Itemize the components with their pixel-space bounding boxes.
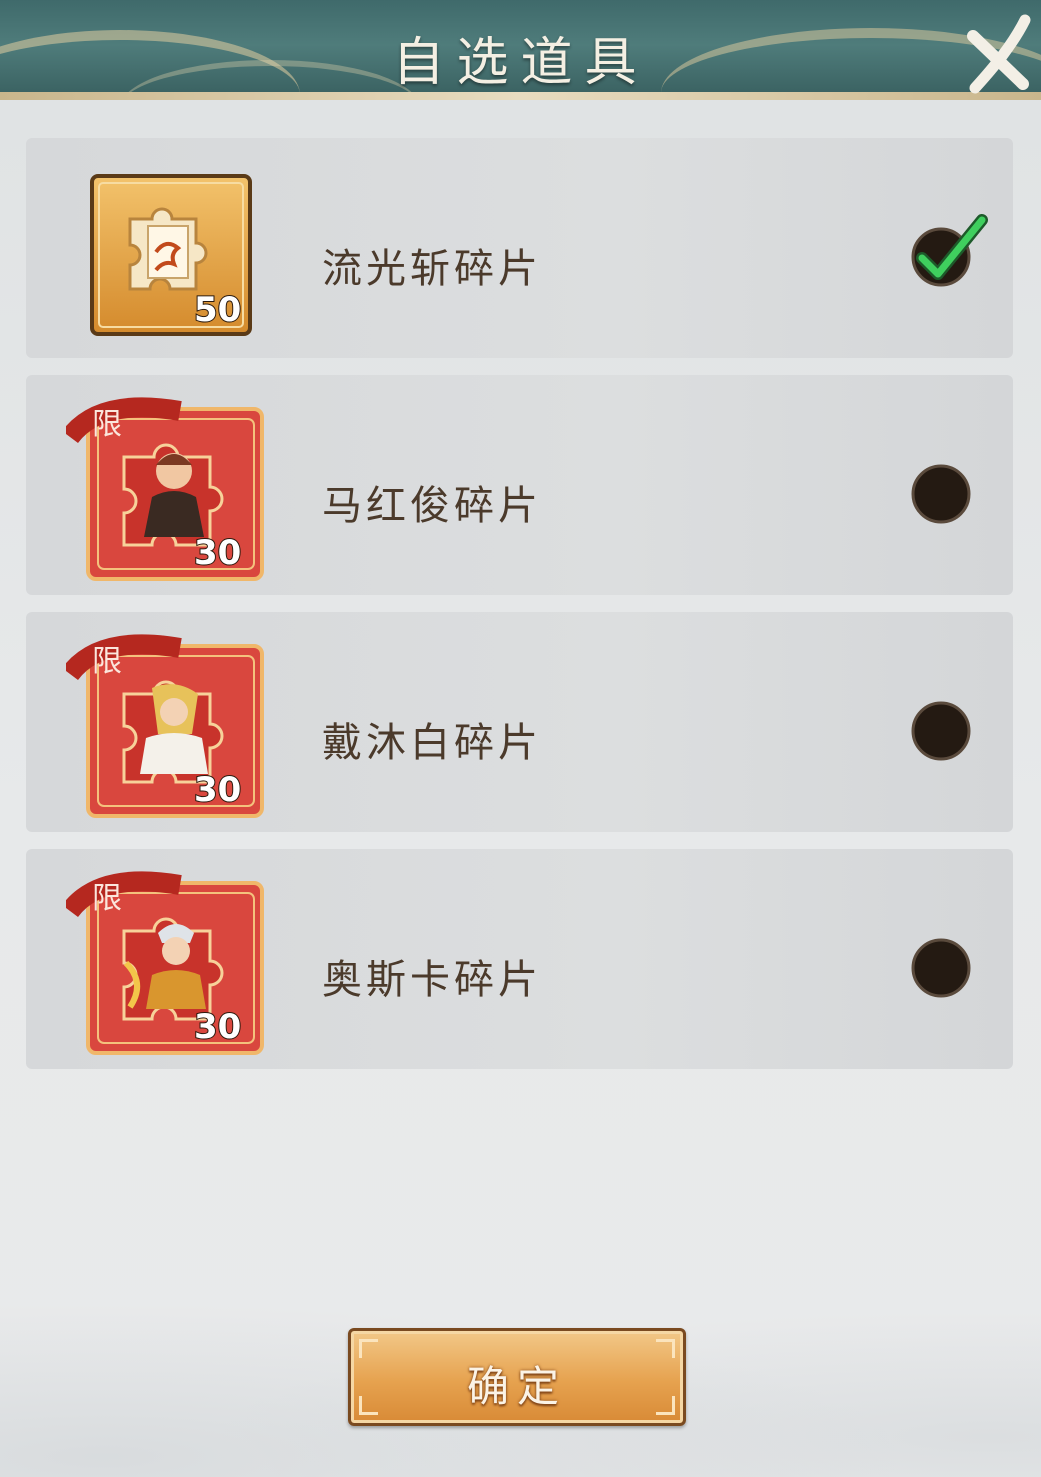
select-radio[interactable] bbox=[910, 937, 972, 999]
list-item[interactable]: 限 30 戴沐白碎片 bbox=[26, 612, 1013, 832]
limited-badge: 限 bbox=[92, 644, 122, 679]
list-item[interactable]: 限 30 马红俊碎片 bbox=[26, 375, 1013, 595]
item-count: 50 bbox=[193, 289, 242, 331]
item-list: 50 流光斩碎片 限 30 马红俊碎片 限 30 戴沐白碎片 限 30 奥斯卡碎… bbox=[26, 138, 1013, 1086]
list-item[interactable]: 限 30 奥斯卡碎片 bbox=[26, 849, 1013, 1069]
close-x-icon bbox=[967, 14, 1031, 94]
item-name: 马红俊碎片 bbox=[322, 483, 542, 529]
item-name: 流光斩碎片 bbox=[322, 246, 542, 292]
dialog-title: 自选道具 bbox=[392, 33, 649, 93]
character-fragment-icon: 限 30 bbox=[62, 871, 266, 1057]
item-name: 奥斯卡碎片 bbox=[322, 957, 542, 1003]
select-radio[interactable] bbox=[910, 214, 988, 288]
select-radio[interactable] bbox=[910, 700, 972, 762]
item-name: 戴沐白碎片 bbox=[322, 720, 542, 766]
item-count: 30 bbox=[193, 1006, 242, 1048]
list-item[interactable]: 50 流光斩碎片 bbox=[26, 138, 1013, 358]
dialog-header: 自选道具 bbox=[0, 0, 1041, 100]
close-button[interactable] bbox=[965, 14, 1035, 98]
limited-badge: 限 bbox=[92, 407, 122, 442]
character-fragment-icon: 限 30 bbox=[62, 634, 266, 820]
item-count: 30 bbox=[193, 532, 242, 574]
skill-scroll-fragment-icon: 50 bbox=[90, 174, 252, 336]
item-count: 30 bbox=[193, 769, 242, 811]
limited-badge: 限 bbox=[92, 881, 122, 916]
confirm-label: 确定 bbox=[466, 1362, 567, 1411]
character-fragment-icon: 限 30 bbox=[62, 397, 266, 583]
select-radio[interactable] bbox=[910, 463, 972, 525]
confirm-button[interactable]: 确定 bbox=[348, 1328, 686, 1426]
